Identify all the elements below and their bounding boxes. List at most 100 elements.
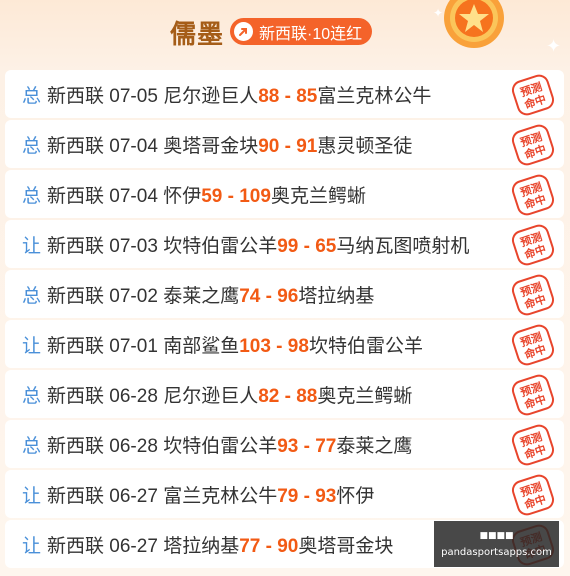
home-score: 82 (258, 385, 280, 407)
list-item[interactable]: 让 新西联 07-01 南部鲨鱼103 - 98坎特伯雷公羊 预测 命中 (5, 320, 564, 368)
score-line: 82 - 88 (258, 386, 317, 407)
score-separator: - (260, 285, 278, 307)
away-score: 109 (239, 185, 271, 207)
home-score: 90 (258, 135, 280, 157)
league: 新西联 (47, 435, 105, 457)
streak-label: 新西联·10连红 (259, 25, 363, 43)
list-item[interactable]: 总 新西联 06-28 坎特伯雷公羊93 - 77泰莱之鹰 预测 命中 (5, 420, 564, 468)
hit-stamp-icon: 预测 命中 (511, 474, 555, 516)
match-date: 07-02 (109, 285, 158, 307)
away-score: 91 (296, 135, 318, 157)
hit-stamp-icon: 预测 命中 (511, 224, 555, 266)
match-text: 新西联 06-28 坎特伯雷公羊93 - 77泰莱之鹰 (47, 431, 412, 458)
home-team: 坎特伯雷公羊 (163, 435, 278, 457)
list-item[interactable]: 让 新西联 07-03 坎特伯雷公羊99 - 65马纳瓦图喷射机 预测 命中 (5, 220, 564, 268)
away-score: 93 (315, 485, 337, 507)
watermark-line1: ■■■■ (479, 530, 514, 541)
away-team: 怀伊 (336, 485, 375, 507)
list-item[interactable]: 总 新西联 07-02 泰莱之鹰74 - 96塔拉纳基 预测 命中 (5, 270, 564, 318)
hit-stamp-icon: 预测 命中 (511, 124, 555, 166)
list-item[interactable]: 总 新西联 06-28 尼尔逊巨人82 - 88奥克兰鳄蜥 预测 命中 (5, 370, 564, 418)
match-date: 07-05 (109, 85, 158, 107)
bet-type: 让 (21, 335, 41, 357)
home-team: 坎特伯雷公羊 (163, 235, 278, 257)
match-text: 新西联 06-28 尼尔逊巨人82 - 88奥克兰鳄蜥 (47, 381, 412, 408)
away-score: 77 (315, 435, 337, 457)
streak-badge: 新西联·10连红 (230, 18, 373, 45)
home-score: 79 (277, 485, 299, 507)
match-text: 新西联 07-04 奥塔哥金块90 - 91惠灵顿圣徒 (47, 131, 412, 158)
match-date: 07-01 (109, 335, 158, 357)
prediction-list: 总 新西联 07-05 尼尔逊巨人88 - 85富兰克林公牛 预测 命中 总 新… (5, 70, 564, 570)
hit-stamp-icon: 预测 命中 (511, 324, 555, 366)
match-text: 新西联 07-03 坎特伯雷公羊99 - 65马纳瓦图喷射机 (47, 231, 469, 258)
score-line: 77 - 90 (239, 536, 298, 557)
score-separator: - (298, 235, 316, 257)
score-line: 88 - 85 (258, 86, 317, 107)
match-text: 新西联 07-05 尼尔逊巨人88 - 85富兰克林公牛 (47, 81, 431, 108)
home-team: 南部鲨鱼 (163, 335, 240, 357)
away-team: 奥塔哥金块 (298, 535, 394, 557)
match-date: 06-27 (109, 535, 158, 557)
score-line: 103 - 98 (239, 336, 309, 357)
score-separator: - (279, 135, 297, 157)
home-team: 泰莱之鹰 (163, 285, 240, 307)
list-item[interactable]: 总 新西联 07-05 尼尔逊巨人88 - 85富兰克林公牛 预测 命中 (5, 70, 564, 118)
match-text: 新西联 07-04 怀伊59 - 109奥克兰鳄蜥 (47, 181, 366, 208)
away-score: 85 (296, 85, 318, 107)
home-team: 塔拉纳基 (163, 535, 240, 557)
league: 新西联 (47, 385, 105, 407)
header: 儒墨 新西联·10连红 ✦ ✦ (0, 0, 570, 62)
match-text: 新西联 07-02 泰莱之鹰74 - 96塔拉纳基 (47, 281, 374, 308)
league: 新西联 (47, 485, 105, 507)
match-date: 07-04 (109, 185, 158, 207)
list-item[interactable]: 总 新西联 07-04 奥塔哥金块90 - 91惠灵顿圣徒 预测 命中 (5, 120, 564, 168)
league: 新西联 (47, 285, 105, 307)
sparkle-icon: ✦ (433, 6, 444, 20)
bet-type: 总 (21, 435, 41, 457)
score-separator: - (279, 385, 297, 407)
away-score: 96 (277, 285, 299, 307)
match-date: 06-27 (109, 485, 158, 507)
home-score: 93 (277, 435, 299, 457)
bet-type: 总 (21, 385, 41, 407)
bet-type: 总 (21, 185, 41, 207)
match-date: 06-28 (109, 435, 158, 457)
match-text: 新西联 06-27 塔拉纳基77 - 90奥塔哥金块 (47, 531, 393, 558)
match-date: 07-04 (109, 135, 158, 157)
home-score: 88 (258, 85, 280, 107)
home-team: 尼尔逊巨人 (163, 385, 259, 407)
away-team: 泰莱之鹰 (336, 435, 413, 457)
away-team: 富兰克林公牛 (317, 85, 432, 107)
score-separator: - (279, 85, 297, 107)
home-team: 怀伊 (163, 185, 202, 207)
match-date: 07-03 (109, 235, 158, 257)
league: 新西联 (47, 85, 105, 107)
score-separator: - (270, 335, 288, 357)
score-separator: - (260, 535, 278, 557)
expert-name: 儒墨 (170, 19, 225, 49)
score-line: 90 - 91 (258, 136, 317, 157)
bet-type: 总 (21, 135, 41, 157)
match-text: 新西联 06-27 富兰克林公牛79 - 93怀伊 (47, 481, 374, 508)
hit-stamp-icon: 预测 命中 (511, 374, 555, 416)
score-separator: - (298, 485, 316, 507)
bet-type: 总 (21, 285, 41, 307)
match-date: 06-28 (109, 385, 158, 407)
league: 新西联 (47, 135, 105, 157)
home-team: 富兰克林公牛 (163, 485, 278, 507)
watermark: ■■■■ pandasportsapps.com (434, 521, 559, 567)
home-score: 74 (239, 285, 261, 307)
match-text: 新西联 07-01 南部鲨鱼103 - 98坎特伯雷公羊 (47, 331, 423, 358)
home-team: 奥塔哥金块 (163, 135, 259, 157)
home-team: 尼尔逊巨人 (163, 85, 259, 107)
score-separator: - (222, 185, 240, 207)
bet-type: 让 (21, 535, 41, 557)
league: 新西联 (47, 335, 105, 357)
away-score: 98 (287, 335, 309, 357)
list-item[interactable]: 让 新西联 06-27 富兰克林公牛79 - 93怀伊 预测 命中 (5, 470, 564, 518)
away-team: 惠灵顿圣徒 (317, 135, 413, 157)
list-item[interactable]: 总 新西联 07-04 怀伊59 - 109奥克兰鳄蜥 预测 命中 (5, 170, 564, 218)
score-line: 79 - 93 (277, 486, 336, 507)
away-team: 坎特伯雷公羊 (308, 335, 423, 357)
